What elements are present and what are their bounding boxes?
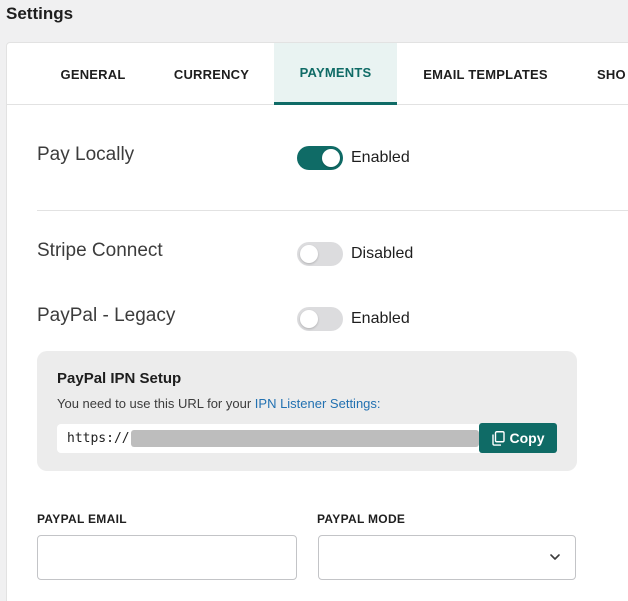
ipn-listener-settings-link[interactable]: IPN Listener Settings:	[255, 396, 381, 411]
paypal-email-input[interactable]	[37, 535, 297, 580]
redacted-url	[130, 430, 479, 447]
settings-panel: GENERAL CURRENCY PAYMENTS EMAIL TEMPLATE…	[6, 42, 628, 601]
paypal-mode-select[interactable]	[318, 535, 576, 580]
toggle-knob	[322, 149, 340, 167]
stripe-connect-label: Stripe Connect	[37, 240, 163, 261]
copy-icon	[491, 430, 505, 446]
ipn-description-text: You need to use this URL for your	[57, 396, 255, 411]
section-divider	[37, 210, 628, 211]
copy-button[interactable]: Copy	[479, 423, 557, 453]
ipn-description: You need to use this URL for your IPN Li…	[57, 396, 381, 411]
page-title: Settings	[6, 4, 74, 23]
tab-shortcodes[interactable]: SHO	[574, 43, 628, 105]
paypal-ipn-setup-box: PayPal IPN Setup You need to use this UR…	[37, 351, 577, 471]
toggle-knob	[300, 245, 318, 263]
paypal-legacy-state: Enabled	[351, 310, 410, 327]
pay-locally-label: Pay Locally	[37, 144, 135, 165]
paypal-legacy-toggle[interactable]	[297, 307, 343, 331]
copy-label: Copy	[509, 430, 545, 446]
tab-bar: GENERAL CURRENCY PAYMENTS EMAIL TEMPLATE…	[7, 43, 628, 105]
ipn-url-prefix: https://	[67, 431, 130, 446]
paypal-mode-label: PAYPAL MODE	[317, 512, 406, 526]
tab-email-templates[interactable]: EMAIL TEMPLATES	[397, 43, 574, 105]
paypal-legacy-label: PayPal - Legacy	[37, 305, 176, 326]
tab-payments[interactable]: PAYMENTS	[274, 43, 397, 105]
stripe-connect-toggle[interactable]	[297, 242, 343, 266]
stripe-connect-state: Disabled	[351, 245, 414, 262]
tab-currency[interactable]: CURRENCY	[150, 43, 273, 105]
ipn-url-field[interactable]: https://	[57, 424, 481, 453]
paypal-email-label: PAYPAL EMAIL	[37, 512, 127, 526]
pay-locally-toggle[interactable]	[297, 146, 343, 170]
tab-general[interactable]: GENERAL	[36, 43, 150, 105]
ipn-title: PayPal IPN Setup	[57, 370, 182, 387]
chevron-down-icon	[549, 550, 561, 568]
toggle-knob	[300, 310, 318, 328]
pay-locally-state: Enabled	[351, 149, 410, 166]
